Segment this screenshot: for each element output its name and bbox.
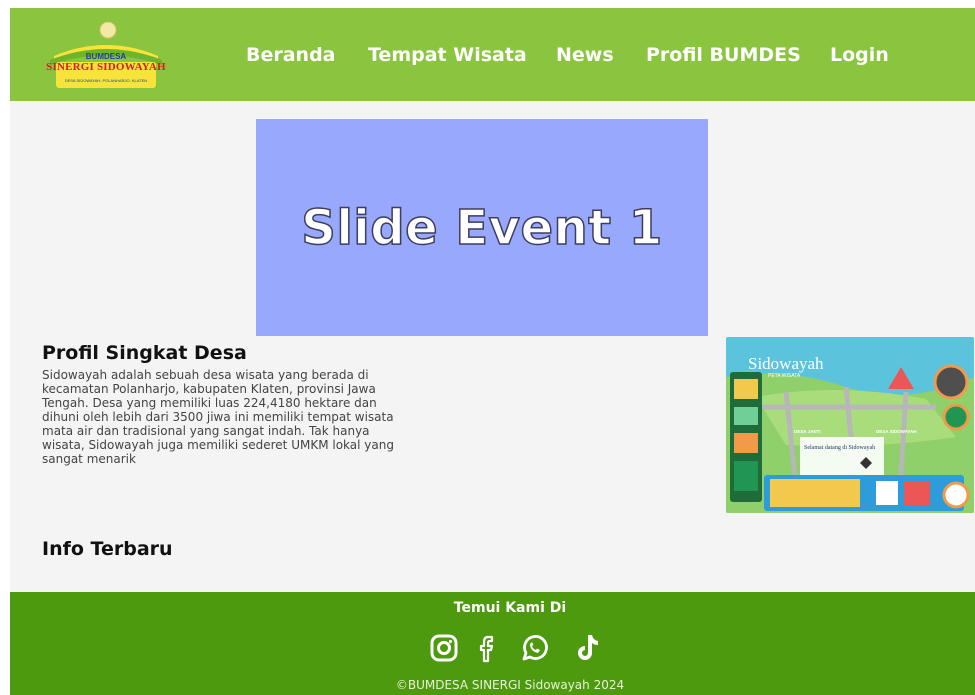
facebook-icon[interactable] — [472, 631, 504, 665]
tourism-map-image[interactable]: Sidowayah PETA WISATA DESA JANTI DESA SI… — [726, 337, 974, 513]
event-slide[interactable]: Slide Event 1 — [256, 119, 708, 336]
nav-login[interactable]: Login — [830, 44, 889, 66]
nav-beranda[interactable]: Beranda — [246, 44, 336, 66]
nav-profil-bumdes[interactable]: Profil BUMDES — [646, 44, 801, 66]
social-links — [428, 631, 608, 665]
profil-description: Sidowayah adalah sebuah desa wisata yang… — [42, 368, 394, 466]
nav-news[interactable]: News — [556, 44, 614, 66]
map-illustration: Sidowayah PETA WISATA DESA JANTI DESA SI… — [726, 337, 974, 513]
map-title: Sidowayah — [748, 354, 824, 373]
instagram-icon[interactable] — [428, 631, 460, 665]
site-header: BUMDESA SINERGI SIDOWAYAH DESA SIDOWAYAH… — [10, 8, 975, 101]
bumdesa-logo[interactable]: BUMDESA SINERGI SIDOWAYAH DESA SIDOWAYAH… — [46, 21, 166, 94]
whatsapp-icon[interactable] — [518, 631, 550, 665]
tiktok-icon[interactable] — [571, 631, 603, 665]
map-label-janti: DESA JANTI — [794, 429, 821, 434]
map-welcome: Selamat datang di Sidowayah — [804, 445, 875, 451]
nav-tempat-wisata[interactable]: Tempat Wisata — [368, 44, 527, 66]
copyright-text: ©BUMDESA SINERGI Sidowayah 2024 — [395, 678, 625, 692]
profil-heading: Profil Singkat Desa — [42, 342, 247, 364]
logo-line-2: SINERGI SIDOWAYAH — [46, 61, 166, 73]
logo-line-1: BUMDESA — [85, 52, 127, 61]
slide-title: Slide Event 1 — [301, 199, 663, 257]
map-subtitle: PETA WISATA — [768, 373, 801, 379]
logo-line-3: DESA SIDOWAYAH, POLANHARJO, KLATEN — [64, 78, 148, 83]
site-footer: Temui Kami Di ©BUMDESA SINERGI Sidowayah… — [10, 592, 975, 695]
page: BUMDESA SINERGI SIDOWAYAH DESA SIDOWAYAH… — [10, 8, 975, 695]
info-terbaru-heading: Info Terbaru — [42, 538, 173, 560]
footer-title: Temui Kami Di — [453, 600, 567, 616]
map-label-sidowayah: DESA SIDOWAYAH — [876, 429, 917, 434]
